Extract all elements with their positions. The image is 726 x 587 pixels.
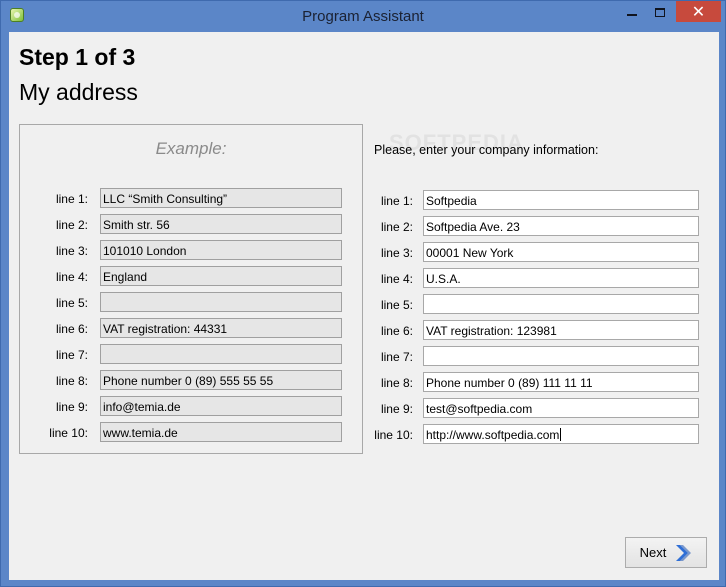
minimize-button[interactable] — [618, 1, 646, 23]
page-title: My address — [19, 79, 138, 105]
example-label-6: line 6: — [55, 322, 88, 336]
next-button[interactable]: Next — [625, 537, 707, 568]
form-prompt: Please, enter your company information: — [374, 143, 599, 157]
maximize-button[interactable] — [646, 1, 674, 23]
example-line-8: Phone number 0 (89) 555 55 55 — [100, 370, 342, 390]
example-line-4: England — [100, 266, 342, 286]
chevron-right-icon — [676, 544, 692, 561]
example-label-8: line 8: — [55, 374, 88, 388]
text-caret — [560, 428, 562, 441]
company-line-2-input[interactable]: Softpedia Ave. 23 — [423, 216, 699, 236]
form-label-2: line 2: — [380, 220, 413, 234]
example-heading: Example: — [155, 139, 227, 158]
example-label-10: line 10: — [49, 426, 88, 440]
next-button-label: Next — [639, 545, 667, 560]
form-label-6: line 6: — [380, 324, 413, 338]
close-icon: ✕ — [691, 3, 706, 21]
form-label-8: line 8: — [380, 376, 413, 390]
company-line-10-value: http://www.softpedia.com — [426, 428, 560, 442]
example-line-10: www.temia.de — [100, 422, 342, 442]
company-line-8-input[interactable]: Phone number 0 (89) 111 11 11 — [423, 372, 699, 392]
wizard-content: Step 1 of 3 My address Example: line 1: … — [9, 32, 719, 580]
company-line-5-input[interactable] — [423, 294, 699, 314]
example-label-4: line 4: — [55, 270, 88, 284]
example-line-2: Smith str. 56 — [100, 214, 342, 234]
step-indicator: Step 1 of 3 — [19, 44, 136, 70]
example-label-2: line 2: — [55, 218, 88, 232]
form-label-1: line 1: — [380, 194, 413, 208]
form-label-10: line 10: — [374, 428, 413, 442]
example-line-7 — [100, 344, 342, 364]
example-label-7: line 7: — [55, 348, 88, 362]
minimize-icon — [627, 14, 637, 16]
form-label-7: line 7: — [380, 350, 413, 364]
example-line-6: VAT registration: 44331 — [100, 318, 342, 338]
example-line-1: LLC “Smith Consulting” — [100, 188, 342, 208]
program-assistant-window: Program Assistant ✕ Step 1 of 3 My addre… — [0, 0, 726, 587]
maximize-icon — [655, 7, 665, 17]
example-line-9: info@temia.de — [100, 396, 342, 416]
example-label-3: line 3: — [55, 244, 88, 258]
company-line-3-input[interactable]: 00001 New York — [423, 242, 699, 262]
title-bar[interactable]: Program Assistant ✕ — [1, 1, 725, 32]
form-label-3: line 3: — [380, 246, 413, 260]
company-line-10-input[interactable]: http://www.softpedia.com — [423, 424, 699, 444]
form-label-4: line 4: — [380, 272, 413, 286]
company-line-1-input[interactable]: Softpedia — [423, 190, 699, 210]
form-label-5: line 5: — [380, 298, 413, 312]
company-line-7-input[interactable] — [423, 346, 699, 366]
example-line-5 — [100, 292, 342, 312]
example-label-1: line 1: — [55, 192, 88, 206]
company-line-4-input[interactable]: U.S.A. — [423, 268, 699, 288]
form-label-9: line 9: — [380, 402, 413, 416]
example-label-9: line 9: — [55, 400, 88, 414]
window-title: Program Assistant — [302, 8, 424, 25]
company-line-9-input[interactable]: test@softpedia.com — [423, 398, 699, 418]
close-button[interactable]: ✕ — [676, 1, 721, 22]
example-panel: Example: line 1: LLC “Smith Consulting” … — [19, 124, 363, 454]
example-label-5: line 5: — [55, 296, 88, 310]
example-line-3: 101010 London — [100, 240, 342, 260]
company-line-6-input[interactable]: VAT registration: 123981 — [423, 320, 699, 340]
